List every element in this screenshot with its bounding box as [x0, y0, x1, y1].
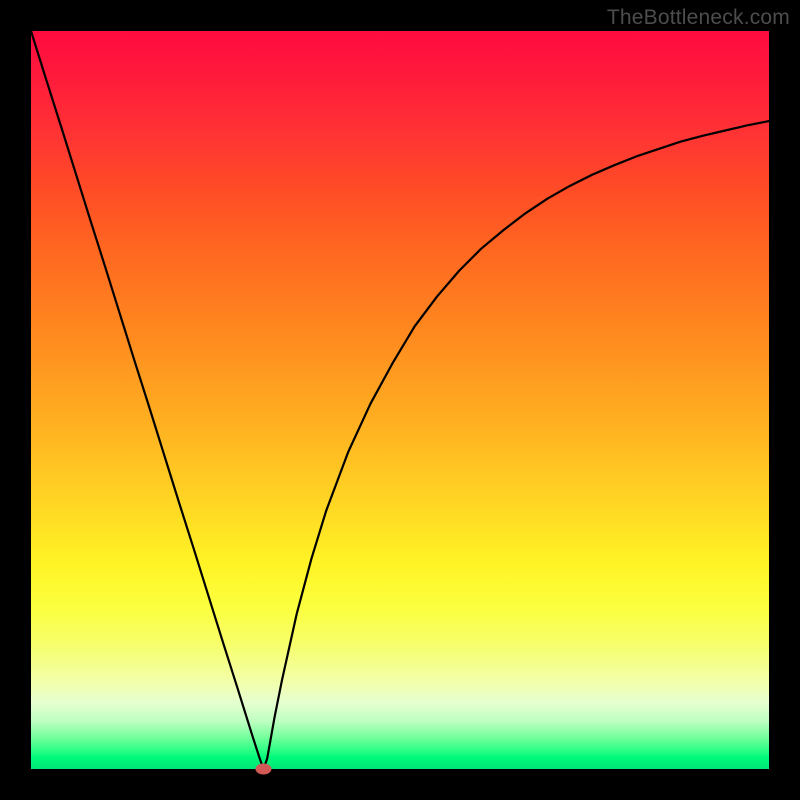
bottleneck-curve — [31, 31, 769, 769]
curve-svg — [31, 31, 769, 769]
optimal-point-marker — [255, 764, 271, 775]
chart-frame: TheBottleneck.com — [0, 0, 800, 800]
plot-area — [31, 31, 769, 769]
watermark-text: TheBottleneck.com — [607, 6, 790, 30]
